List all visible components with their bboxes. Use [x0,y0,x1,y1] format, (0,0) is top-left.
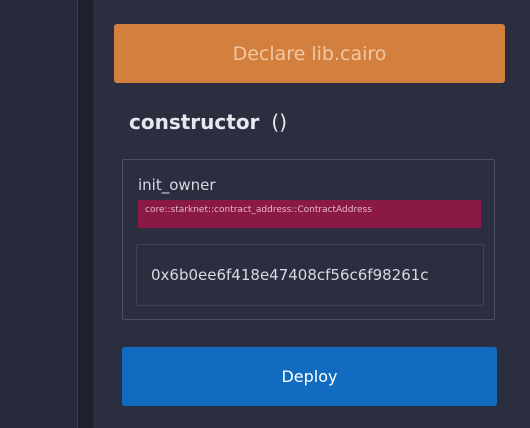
deploy-button[interactable]: Deploy [122,347,497,406]
declare-button[interactable]: Declare lib.cairo [114,24,505,83]
init-owner-input[interactable] [136,244,484,306]
param-type-badge: core::starknet::contract_address::Contra… [138,200,481,228]
panel-gap [78,0,93,428]
constructor-title: constructor [129,110,260,134]
left-sidebar-panel [0,0,77,428]
constructor-parens: () [271,110,288,134]
deploy-panel: Declare lib.cairo constructor () init_ow… [93,0,530,428]
constructor-header: constructor () [129,110,287,134]
param-name-label: init_owner [138,176,216,194]
constructor-param-box: init_owner core::starknet::contract_addr… [122,159,495,320]
